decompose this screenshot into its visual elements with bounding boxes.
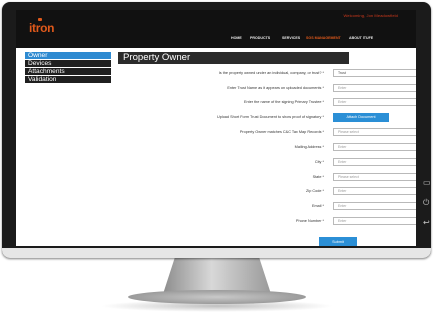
- field-label: Zip Code *: [306, 189, 324, 193]
- select-value: Please select: [338, 130, 359, 134]
- zip-code-input[interactable]: Enter: [333, 187, 416, 195]
- power-icon[interactable]: ⏻: [423, 198, 429, 208]
- form-row: Property Owner matches C&C Tax Map Recor…: [112, 128, 416, 138]
- field-label: Phone Number *: [295, 219, 324, 223]
- form-row: Email * Enter: [112, 202, 416, 212]
- select-value: Please select: [338, 175, 359, 179]
- phone-number-input[interactable]: Enter: [333, 217, 416, 225]
- form-row: Enter the name of the signing Primary Tr…: [112, 98, 416, 108]
- field-label: Upload Short Form Trust Document to show…: [217, 115, 324, 119]
- select-value: Trust: [338, 71, 346, 75]
- form-row: Upload Short Form Trust Document to show…: [112, 113, 416, 123]
- form-row: Zip Code * Enter: [112, 187, 416, 197]
- ownership-type-select[interactable]: Trust ⌄: [333, 69, 416, 77]
- trust-name-input[interactable]: Enter: [333, 84, 416, 92]
- field-label: Enter the name of the signing Primary Tr…: [244, 100, 324, 104]
- form-row: Enter Trust Name as it appears on upload…: [112, 84, 416, 94]
- nav-about[interactable]: ABOUT ITUFE: [349, 36, 373, 40]
- monitor-frame: ▭ ⏻ ↩ Welcoming, Jon Meadowfield itron H…: [2, 2, 431, 258]
- app-screen: Welcoming, Jon Meadowfield itron HOME PR…: [16, 10, 416, 246]
- sidebar-item-owner[interactable]: Owner: [25, 52, 111, 59]
- form-row: Mailing Address * Enter: [112, 143, 416, 153]
- field-label: State *: [312, 175, 324, 179]
- monitor-stand-base: [128, 290, 306, 304]
- tablet-icon[interactable]: ▭: [423, 178, 431, 187]
- field-label: City *: [314, 160, 324, 164]
- form-row: State * Please select ⌄: [112, 173, 416, 183]
- email-input[interactable]: Enter: [333, 202, 416, 210]
- nav-services[interactable]: SERVICES: [282, 36, 300, 40]
- sidebar: Owner Devices Attachments Validation: [25, 52, 111, 84]
- page-title: Property Owner: [118, 52, 349, 64]
- tax-map-match-select[interactable]: Please select ⌄: [333, 128, 416, 136]
- form-row: Phone Number * Enter: [112, 217, 416, 227]
- monitor-stand: [163, 254, 271, 294]
- itron-logo[interactable]: itron: [29, 21, 54, 35]
- mailing-address-input[interactable]: Enter: [333, 143, 416, 151]
- city-input[interactable]: Enter: [333, 158, 416, 166]
- sidebar-item-devices[interactable]: Devices: [25, 60, 111, 67]
- nav-sgs-management[interactable]: SGS MANAGEMENT: [306, 36, 341, 40]
- field-label: Property Owner matches C&C Tax Map Recor…: [239, 130, 324, 134]
- form-row: City * Enter: [112, 158, 416, 168]
- field-label: Email *: [311, 204, 324, 208]
- submit-button[interactable]: Submit: [319, 237, 357, 246]
- back-icon[interactable]: ↩: [423, 218, 430, 227]
- form-row: Is the property owned under an individua…: [112, 69, 416, 79]
- attach-document-button[interactable]: Attach Document: [333, 113, 389, 122]
- monitor-chin: [2, 248, 431, 258]
- field-label: Enter Trust Name as it appears on upload…: [227, 86, 324, 90]
- account-greeting[interactable]: Welcoming, Jon Meadowfield: [343, 13, 398, 18]
- sidebar-item-attachments[interactable]: Attachments: [25, 68, 111, 75]
- field-label: Is the property owned under an individua…: [218, 71, 324, 75]
- primary-trustee-input[interactable]: Enter: [333, 98, 416, 106]
- nav-home[interactable]: HOME: [231, 36, 242, 40]
- nav-products[interactable]: PRODUCTS: [250, 36, 270, 40]
- field-label: Mailing Address *: [294, 145, 324, 149]
- sidebar-item-validation[interactable]: Validation: [25, 76, 111, 83]
- state-select[interactable]: Please select ⌄: [333, 173, 416, 181]
- top-nav-bar: Welcoming, Jon Meadowfield itron HOME PR…: [16, 10, 416, 48]
